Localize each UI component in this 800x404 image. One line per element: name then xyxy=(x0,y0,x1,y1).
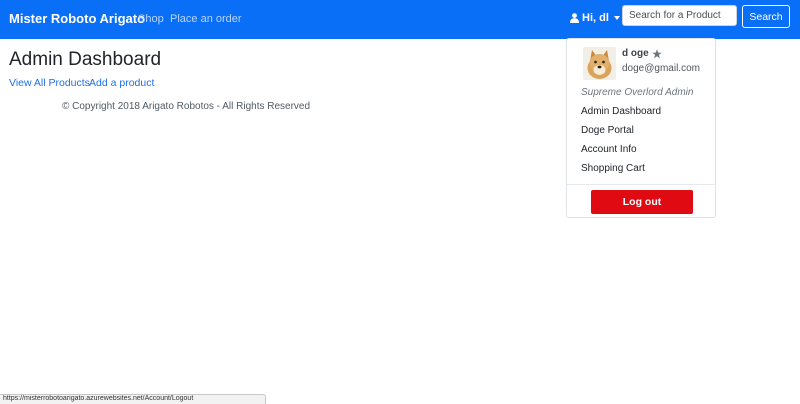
user-icon xyxy=(570,13,579,23)
star-icon xyxy=(651,48,662,58)
browser-status-bar: https://misterrobotoarigato.azurewebsite… xyxy=(0,394,266,404)
dropdown-user-name: d oge xyxy=(622,48,662,59)
dropdown-user-role: Supreme Overlord Admin xyxy=(581,87,694,98)
user-dropdown-menu: d oge doge@gmail.com Supreme Overlord Ad… xyxy=(566,38,716,218)
menu-item-doge-portal[interactable]: Doge Portal xyxy=(581,125,634,136)
nav-link-shop[interactable]: Shop xyxy=(138,13,164,25)
add-product-link[interactable]: Add a product xyxy=(89,77,154,89)
search-input[interactable] xyxy=(622,5,737,26)
dropdown-divider xyxy=(567,184,715,185)
top-navbar: Mister Roboto Arigato Shop Place an orde… xyxy=(0,0,800,39)
avatar xyxy=(583,47,616,80)
brand-link[interactable]: Mister Roboto Arigato xyxy=(9,11,145,26)
view-all-products-link[interactable]: View All Products xyxy=(9,77,90,89)
page-title: Admin Dashboard xyxy=(9,49,162,70)
chevron-down-icon xyxy=(613,16,620,20)
footer-copyright: © Copyright 2018 Arigato Robotos - All R… xyxy=(62,101,311,112)
user-greeting: Hi, dl xyxy=(582,12,609,24)
logout-button[interactable]: Log out xyxy=(591,190,693,214)
nav-link-place-order[interactable]: Place an order xyxy=(170,13,242,25)
menu-item-shopping-cart[interactable]: Shopping Cart xyxy=(581,163,645,174)
user-name-text: d oge xyxy=(622,48,649,59)
dropdown-user-email: doge@gmail.com xyxy=(622,63,700,74)
search-button[interactable]: Search xyxy=(742,5,790,28)
user-menu-toggle[interactable]: Hi, dl xyxy=(570,10,620,26)
menu-item-admin-dashboard[interactable]: Admin Dashboard xyxy=(581,106,661,117)
menu-item-account-info[interactable]: Account Info xyxy=(581,144,637,155)
